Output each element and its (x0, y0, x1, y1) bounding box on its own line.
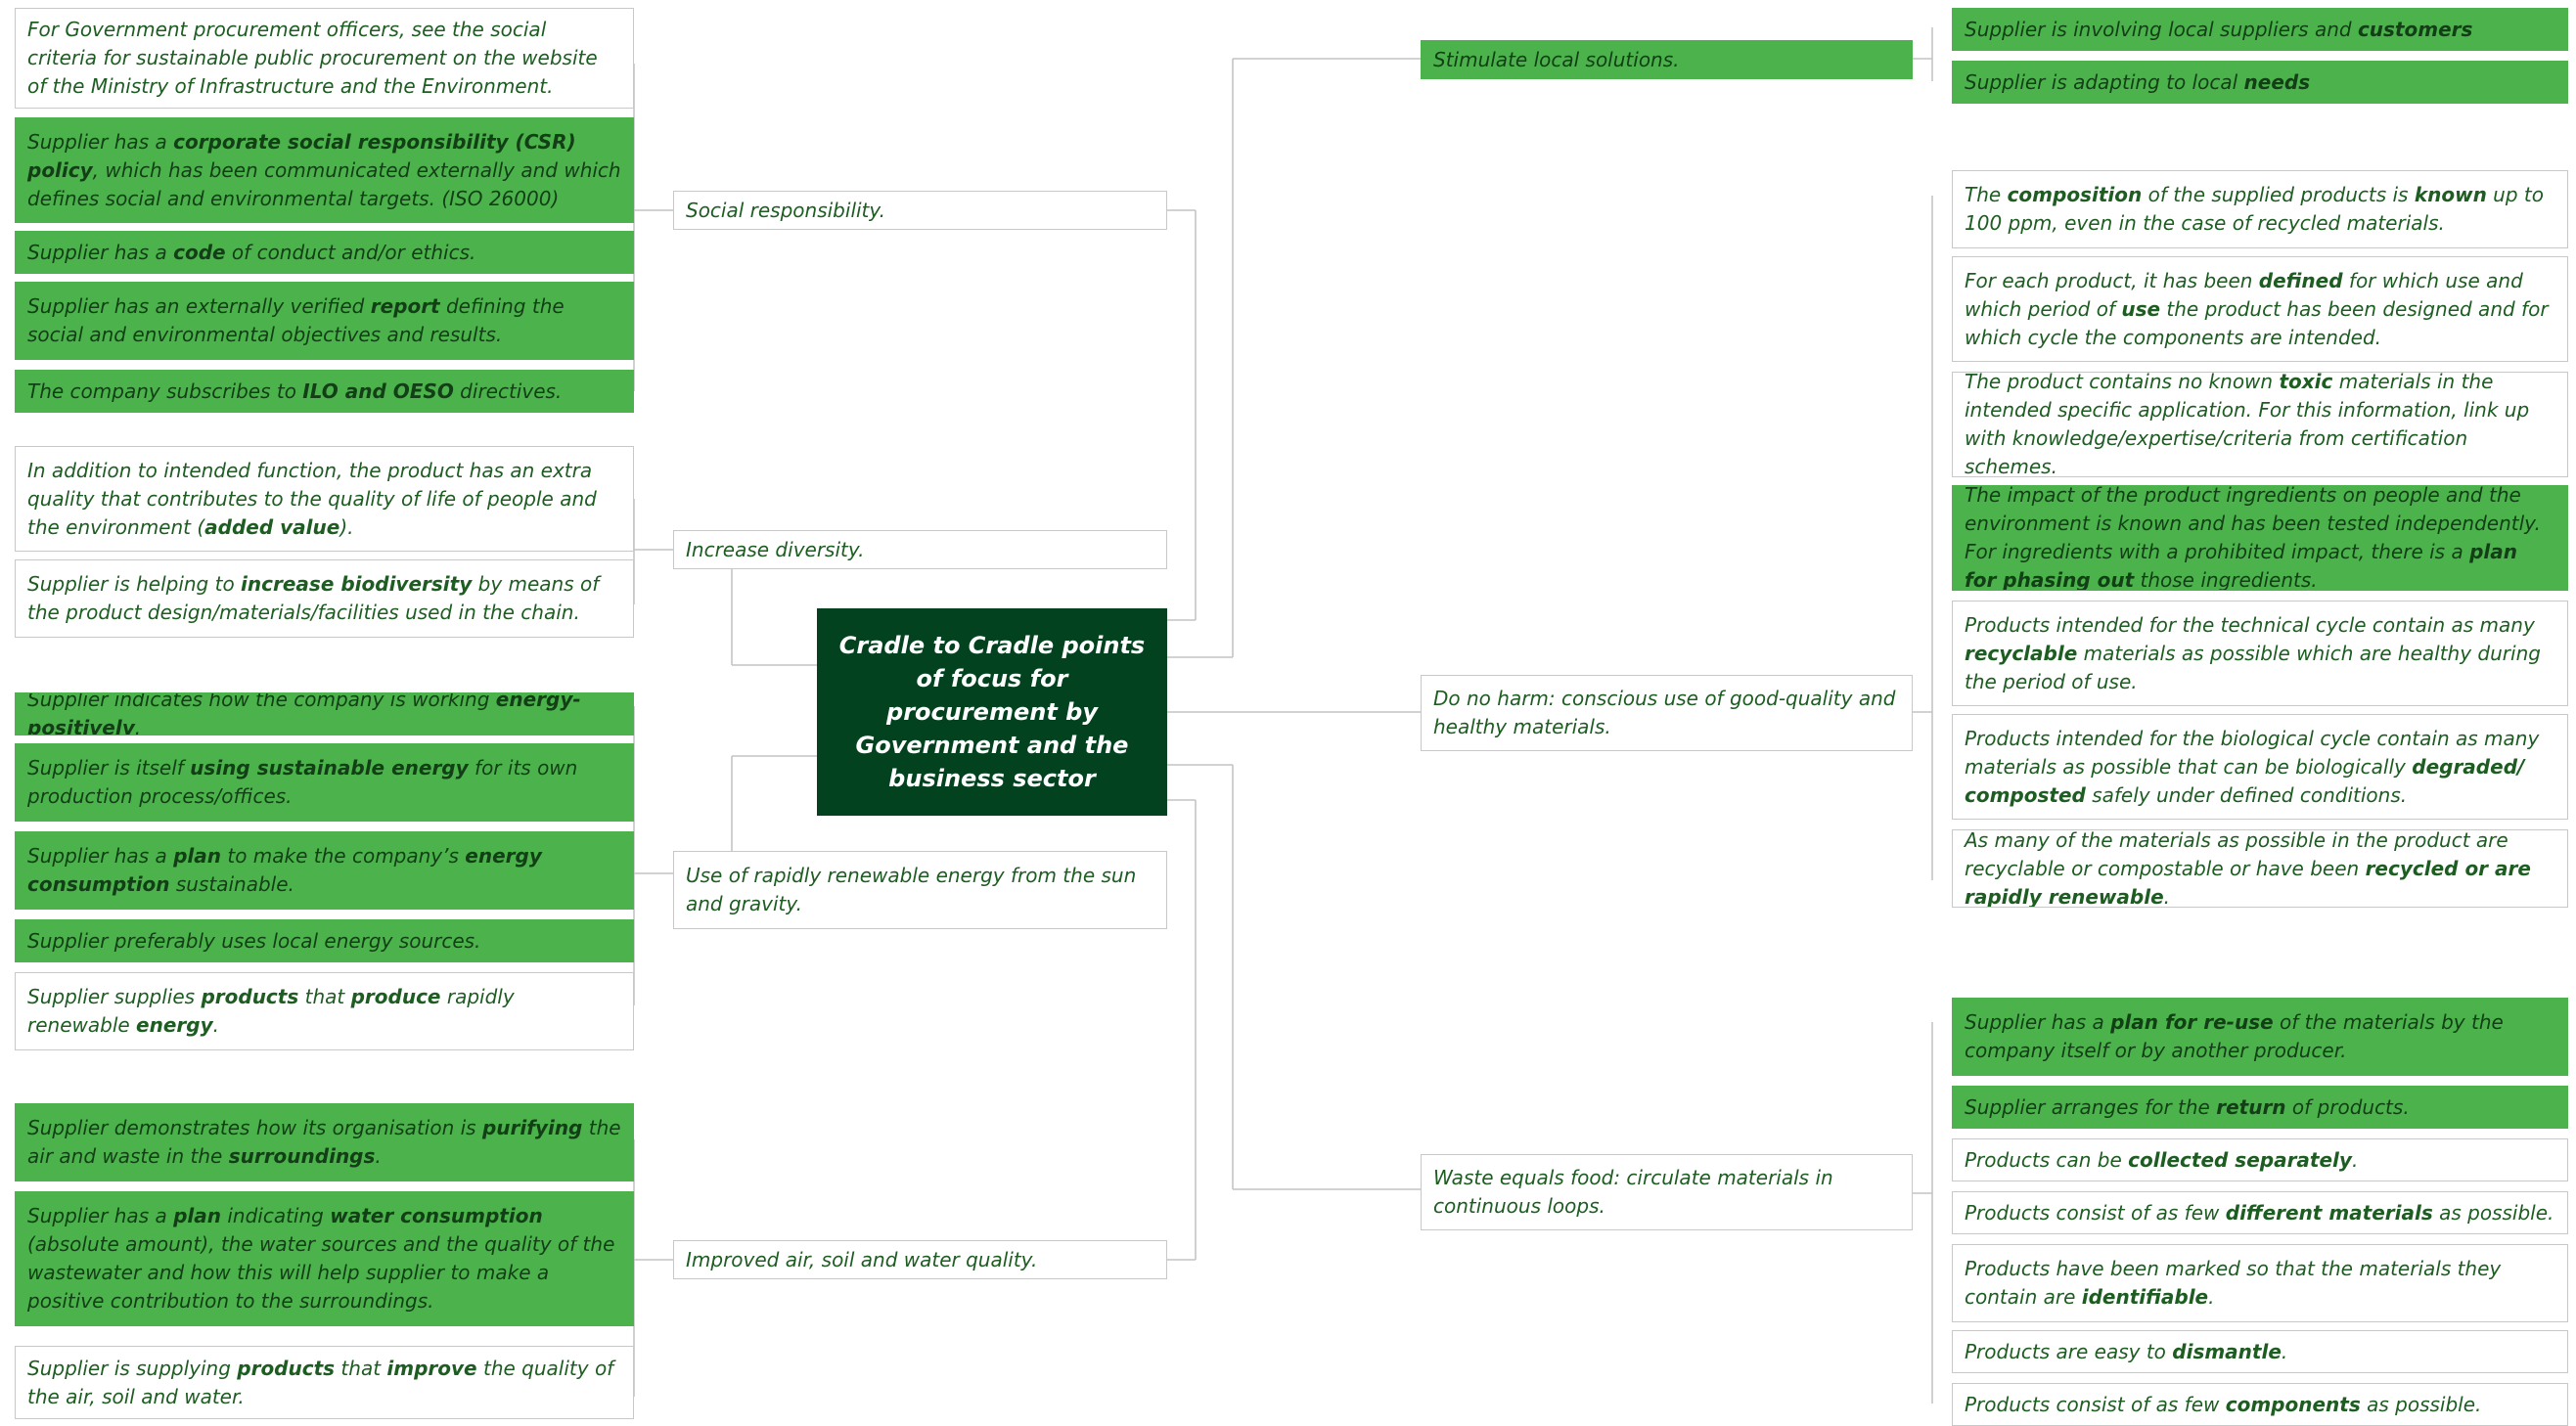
item-text: The impact of the product ingredients on… (1965, 485, 2541, 591)
item-dismantle: Products are easy to dismantle. (1952, 1330, 2568, 1373)
item-text: The product contains no known toxic mate… (1965, 372, 2530, 477)
item-reuse-plan: Supplier has a plan for re-use of the ma… (1952, 998, 2568, 1076)
category-air-soil-water: Improved air, soil and water quality. (673, 1240, 1167, 1279)
item-text: Products intended for the biological cyc… (1965, 726, 2540, 807)
item-water-plan: Supplier has a plan indicating water con… (15, 1191, 634, 1326)
item-biological-cycle: Products intended for the biological cyc… (1952, 714, 2568, 820)
item-improve-products: Supplier is supplying products that impr… (15, 1346, 634, 1419)
item-text: Supplier is adapting to local needs (1965, 69, 2311, 94)
category-local-solutions: Stimulate local solutions. (1421, 40, 1913, 79)
item-text: Supplier is supplying products that impr… (27, 1356, 614, 1408)
item-few-components: Products consist of as few components as… (1952, 1383, 2568, 1426)
mind-map: Cradle to Cradle points of focus for pro… (0, 0, 2576, 1426)
item-collected-separately: Products can be collected separately. (1952, 1138, 2568, 1181)
item-text: Supplier has an externally verified repo… (27, 294, 565, 346)
item-text: Supplier has a corporate social responsi… (27, 129, 621, 210)
item-text: Products can be collected separately. (1965, 1147, 2359, 1172)
item-purifying: Supplier demonstrates how its organisati… (15, 1103, 634, 1181)
item-text: Supplier has a plan to make the company’… (27, 844, 542, 896)
item-text: Supplier preferably uses local energy so… (27, 928, 481, 953)
item-text: The company subscribes to ILO and OESO d… (27, 379, 563, 403)
item-text: Supplier has a plan for re-use of the ma… (1965, 1010, 2504, 1062)
item-technical-cycle: Products intended for the technical cycl… (1952, 601, 2568, 706)
category-social-responsibility: Social responsibility. (673, 191, 1167, 230)
item-text: Supplier supplies products that produce … (27, 985, 515, 1037)
item-energy-products: Supplier supplies products that produce … (15, 972, 634, 1050)
item-local-energy: Supplier preferably uses local energy so… (15, 919, 634, 962)
item-text: Products consist of as few different mat… (1965, 1200, 2554, 1225)
central-topic: Cradle to Cradle points of focus for pro… (817, 608, 1167, 816)
item-local-needs: Supplier is adapting to local needs (1952, 61, 2568, 104)
item-identifiable: Products have been marked so that the ma… (1952, 1244, 2568, 1322)
item-social-criteria: For Government procurement officers, see… (15, 8, 634, 109)
item-text: Supplier is helping to increase biodiver… (27, 572, 600, 624)
item-recyclable-materials: As many of the materials as possible in … (1952, 829, 2568, 908)
item-text: Supplier indicates how the company is wo… (27, 692, 581, 735)
item-text: Products intended for the technical cycl… (1965, 612, 2541, 693)
category-do-no-harm: Do no harm: conscious use of good-qualit… (1421, 675, 1913, 751)
item-text: Products have been marked so that the ma… (1965, 1257, 2502, 1309)
item-energy-plan: Supplier has a plan to make the company’… (15, 831, 634, 910)
item-defined-use: For each product, it has been defined fo… (1952, 256, 2568, 362)
item-added-value: In addition to intended function, the pr… (15, 446, 634, 552)
item-text: As many of the materials as possible in … (1965, 829, 2531, 908)
item-code-of-conduct: Supplier has a code of conduct and/or et… (15, 231, 634, 274)
item-text: Products consist of as few components as… (1965, 1392, 2482, 1416)
category-waste-equals-food: Waste equals food: circulate materials i… (1421, 1154, 1913, 1230)
item-composition: The composition of the supplied products… (1952, 170, 2568, 248)
item-text: For each product, it has been defined fo… (1965, 268, 2549, 349)
item-verified-report: Supplier has an externally verified repo… (15, 282, 634, 360)
item-text: Supplier is itself using sustainable ene… (27, 756, 578, 808)
item-few-materials: Products consist of as few different mat… (1952, 1191, 2568, 1234)
item-ilo-oeso: The company subscribes to ILO and OESO d… (15, 370, 634, 413)
category-increase-diversity: Increase diversity. (673, 530, 1167, 569)
item-text: Supplier arranges for the return of prod… (1965, 1094, 2410, 1119)
item-text: Supplier has a code of conduct and/or et… (27, 240, 476, 264)
item-no-toxic: The product contains no known toxic mate… (1952, 372, 2568, 477)
item-text: Supplier is involving local suppliers an… (1965, 17, 2473, 41)
item-text: The composition of the supplied products… (1965, 183, 2544, 235)
item-text: Supplier demonstrates how its organisati… (27, 1116, 621, 1168)
category-renewable-energy: Use of rapidly renewable energy from the… (673, 851, 1167, 929)
item-return: Supplier arranges for the return of prod… (1952, 1086, 2568, 1129)
item-sustainable-energy: Supplier is itself using sustainable ene… (15, 743, 634, 822)
item-text: In addition to intended function, the pr… (27, 458, 597, 539)
item-csr-policy: Supplier has a corporate social responsi… (15, 117, 634, 223)
item-local-suppliers: Supplier is involving local suppliers an… (1952, 8, 2568, 51)
item-biodiversity: Supplier is helping to increase biodiver… (15, 559, 634, 638)
item-impact-tested: The impact of the product ingredients on… (1952, 485, 2568, 591)
item-text: Supplier has a plan indicating water con… (27, 1204, 615, 1313)
item-energy-positive: Supplier indicates how the company is wo… (15, 692, 634, 735)
item-text: For Government procurement officers, see… (27, 18, 598, 98)
item-text: Products are easy to dismantle. (1965, 1339, 2288, 1363)
